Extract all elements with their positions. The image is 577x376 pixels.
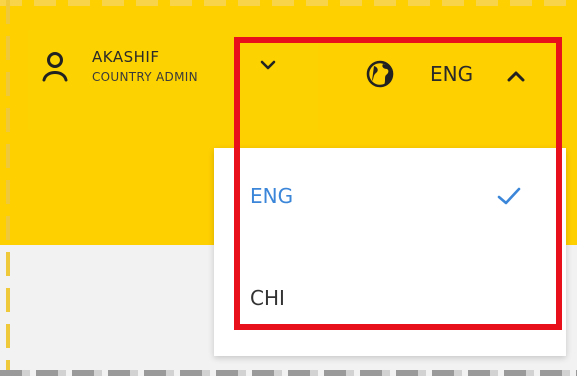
chevron-up-icon[interactable] xyxy=(506,68,526,82)
user-name: AKASHIF xyxy=(92,48,160,66)
dashed-border-left xyxy=(6,0,10,376)
current-language: ENG xyxy=(430,62,474,86)
chevron-down-icon[interactable] xyxy=(260,56,276,70)
language-toggle[interactable]: ENG xyxy=(366,60,546,92)
language-option-label: ENG xyxy=(250,184,294,208)
language-option-chi[interactable]: CHI xyxy=(214,260,566,340)
language-dropdown: ENG CHI xyxy=(214,148,566,356)
globe-icon xyxy=(366,60,394,88)
language-option-label: CHI xyxy=(250,286,285,310)
user-icon xyxy=(42,52,68,82)
language-option-eng[interactable]: ENG xyxy=(214,158,566,238)
user-role: COUNTRY ADMIN xyxy=(92,70,198,84)
dashed-border-top xyxy=(0,0,577,6)
check-icon xyxy=(496,186,522,206)
user-menu[interactable]: AKASHIF COUNTRY ADMIN xyxy=(28,30,318,130)
dashed-border-bottom xyxy=(0,370,577,376)
